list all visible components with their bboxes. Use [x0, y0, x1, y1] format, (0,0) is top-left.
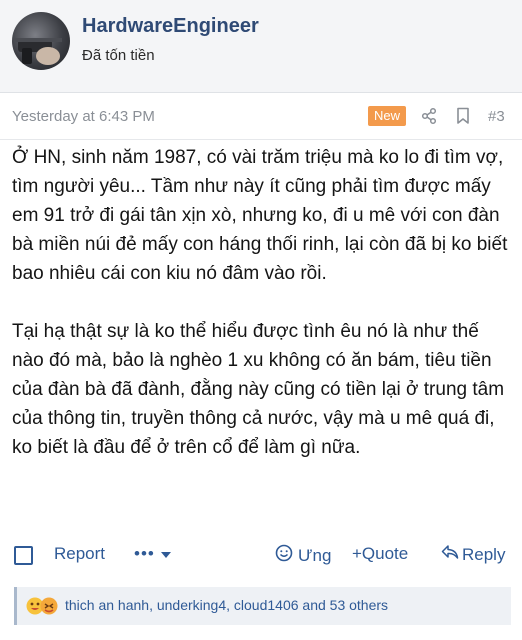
user-title: Đã tốn tiền	[82, 47, 155, 64]
quote-button[interactable]: +Quote	[352, 544, 408, 564]
react-button[interactable]: Ưng	[275, 544, 331, 567]
post-header: HardwareEngineer Đã tốn tiền	[0, 0, 522, 93]
post-paragraph: Tại hạ thật sự là ko thể hiểu được tình …	[12, 321, 505, 458]
report-label: Report	[54, 544, 106, 563]
reactions-bar[interactable]: thich an hanh, underking4, cloud1406 and…	[14, 587, 511, 625]
select-checkbox[interactable]	[14, 546, 33, 565]
bookmark-icon[interactable]	[455, 107, 471, 130]
quote-label: +Quote	[352, 544, 409, 563]
chevron-down-icon	[160, 544, 171, 564]
post-paragraph: Ở HN, sinh năm 1987, có vài trăm triệu m…	[12, 147, 508, 284]
reaction-emoji-icon	[25, 596, 61, 621]
username[interactable]: HardwareEngineer	[82, 15, 259, 38]
new-badge: New	[368, 106, 407, 126]
reply-arrow-icon	[441, 544, 459, 565]
more-options-button[interactable]: •••	[134, 544, 171, 564]
post-timestamp[interactable]: Yesterday at 6:43 PM	[12, 108, 155, 125]
post-number[interactable]: #3	[488, 108, 505, 125]
avatar-image	[14, 38, 62, 65]
react-label: Ưng	[298, 545, 332, 565]
post-body: Ở HN, sinh năm 1987, có vài trăm triệu m…	[12, 143, 512, 491]
reply-label: Reply	[462, 544, 506, 564]
post-meta-bar: Yesterday at 6:43 PM New #3	[0, 93, 522, 140]
share-icon[interactable]	[420, 107, 438, 130]
report-button[interactable]: Report	[54, 544, 105, 564]
more-label: •••	[134, 544, 155, 563]
avatar[interactable]	[12, 12, 70, 70]
reply-button[interactable]: Reply	[441, 544, 505, 565]
post-actions: Report ••• Ưng +Quote Reply	[0, 538, 522, 574]
smile-icon	[275, 544, 293, 567]
reaction-users[interactable]: thich an hanh, underking4, cloud1406 and…	[65, 597, 388, 613]
